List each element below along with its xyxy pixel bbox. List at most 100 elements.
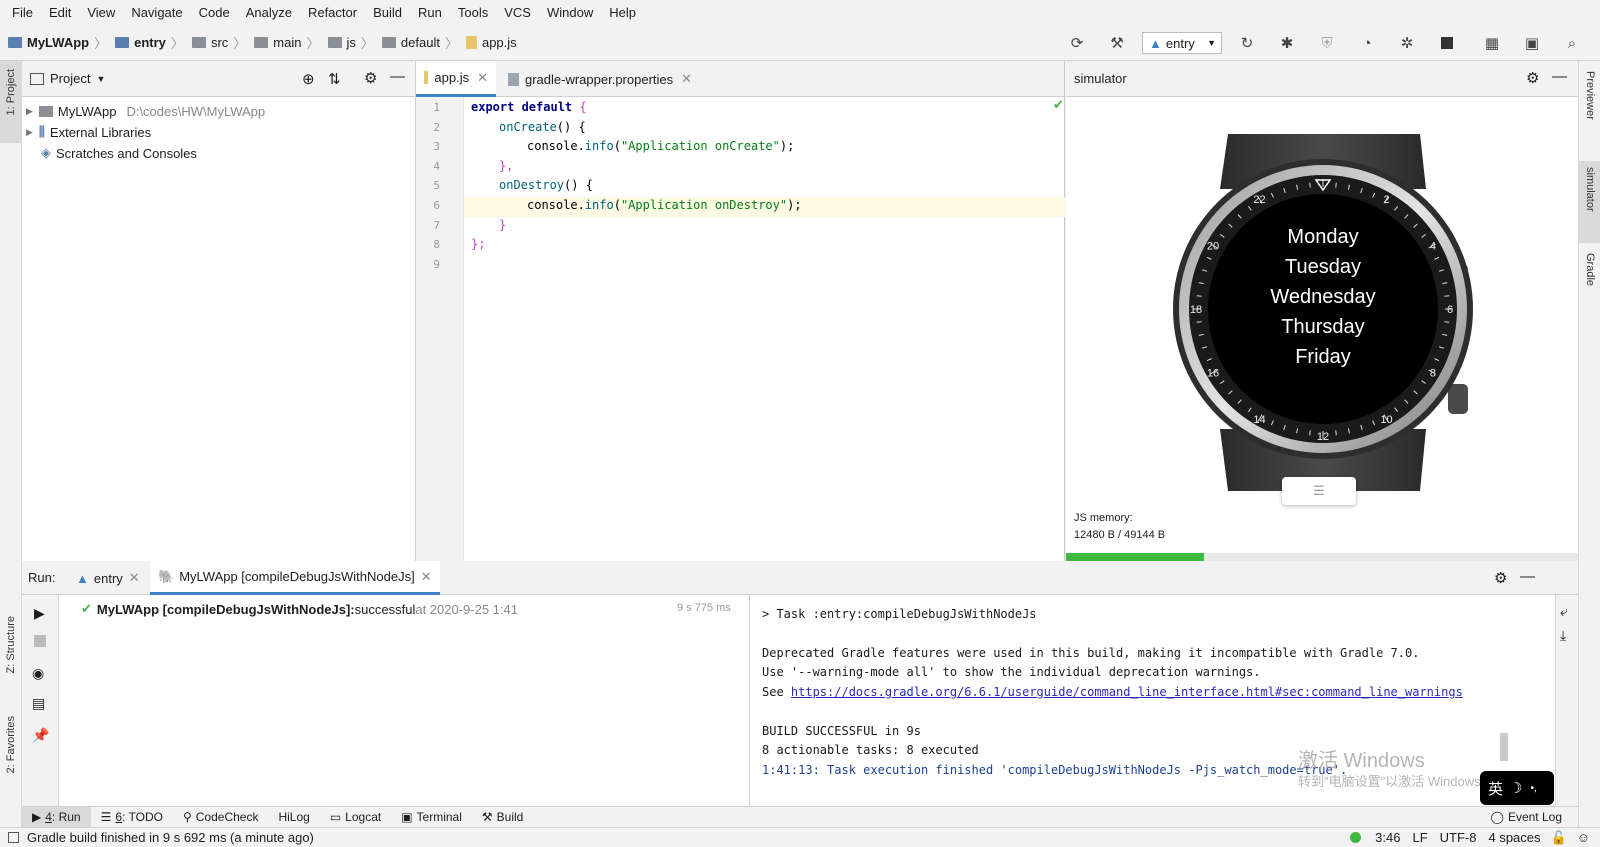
eye-icon[interactable]: ◉ — [32, 665, 44, 682]
hide-icon[interactable]: — — [1552, 68, 1567, 85]
stop-icon[interactable] — [1432, 25, 1462, 61]
menu-build[interactable]: Build — [365, 5, 410, 20]
play-icon: ▶ — [32, 810, 42, 824]
watch-bezel-number: 20 — [1207, 241, 1219, 253]
hide-icon[interactable]: — — [390, 68, 405, 85]
menu-view[interactable]: View — [79, 5, 123, 20]
pin-icon[interactable]: 📌 — [32, 727, 49, 744]
smartwatch-preview[interactable]: 2 4 6 8 10 12 14 16 18 20 22 Monday Tuesday Wednes… — [1158, 119, 1488, 509]
line-separator[interactable]: LF — [1412, 830, 1427, 845]
breadcrumb-entry[interactable]: entry 〉 — [107, 33, 184, 52]
caret-position[interactable]: 3:46 — [1375, 830, 1400, 845]
scroll-to-end-icon[interactable]: ⤓ — [1560, 627, 1566, 644]
status-message[interactable]: Gradle build finished in 9 s 692 ms (a m… — [27, 830, 314, 845]
tool-tab-todo[interactable]: ☰ 6: TODO — [91, 807, 173, 828]
tab-gradle-wrapper-properties[interactable]: gradle-wrapper.properties ✕ — [500, 61, 706, 97]
js-memory-value: 12480 B / 49144 B — [1074, 529, 1166, 541]
code-text: () { — [556, 120, 586, 134]
breadcrumb-js[interactable]: js 〉 — [320, 33, 374, 52]
indent-setting[interactable]: 4 spaces — [1488, 830, 1540, 845]
locate-icon[interactable]: ⊕ — [302, 70, 315, 88]
simulator-stripe-button[interactable]: simulator — [1579, 161, 1600, 243]
gradle-stripe-button[interactable]: Gradle — [1584, 253, 1596, 286]
tree-item-external-libraries[interactable]: ▶ ⫼ External Libraries — [22, 122, 151, 142]
inspector-icon[interactable]: ☺ — [1577, 830, 1590, 845]
project-structure-icon[interactable]: ▦ — [1477, 25, 1507, 61]
debug-icon[interactable]: ✱ — [1272, 25, 1302, 61]
device-manager-icon[interactable]: ▣ — [1517, 25, 1547, 61]
lock-icon[interactable]: 🔓 — [1551, 830, 1567, 846]
tool-tab-logcat[interactable]: ▭ Logcat — [320, 807, 391, 828]
menu-refactor[interactable]: Refactor — [300, 5, 365, 20]
previewer-stripe-button[interactable]: Previewer — [1584, 71, 1596, 120]
project-stripe-button[interactable]: 1: Project — [0, 61, 22, 143]
menu-code[interactable]: Code — [191, 5, 238, 20]
collapse-all-icon[interactable]: ⇅ — [328, 70, 341, 88]
tool-tab-codecheck[interactable]: ⚲ CodeCheck — [173, 807, 269, 828]
chevron-down-icon[interactable]: ▼ — [96, 74, 105, 84]
structure-stripe-button[interactable]: Z: Structure — [5, 616, 17, 673]
tool-tab-event-log[interactable]: ◯ Event Log — [1481, 807, 1572, 828]
tool-tab-hilog[interactable]: HiLog — [268, 807, 319, 828]
ime-indicator[interactable]: 英 ☽ •, — [1480, 771, 1554, 805]
menu-help[interactable]: Help — [601, 5, 644, 20]
play-icon[interactable]: ▶ — [34, 605, 45, 622]
code-line: }; — [471, 237, 486, 251]
hide-icon[interactable]: — — [1520, 568, 1535, 585]
tool-tab-terminal[interactable]: ▣ Terminal — [391, 807, 472, 828]
console-link[interactable]: https://docs.gradle.org/6.6.1/userguide/… — [791, 685, 1463, 699]
layout-icon[interactable]: ▤ — [32, 695, 45, 712]
breadcrumb-default[interactable]: default 〉 — [374, 33, 458, 52]
gear-icon[interactable]: ⚙ — [364, 69, 377, 87]
code-area[interactable]: export default { onCreate() { console.in… — [416, 97, 1065, 297]
tool-tab-build[interactable]: ⚒ Build — [472, 807, 533, 828]
menu-analyze[interactable]: Analyze — [238, 5, 300, 20]
close-icon[interactable]: ✕ — [681, 71, 692, 87]
close-icon[interactable]: ✕ — [421, 569, 432, 585]
tab-app-js[interactable]: app.js ✕ — [416, 61, 496, 97]
close-icon[interactable]: ✕ — [477, 70, 488, 86]
menu-tools[interactable]: Tools — [450, 5, 496, 20]
favorites-stripe-button[interactable]: 2: Favorites — [5, 716, 17, 773]
run-tab-entry[interactable]: ▲ entry ✕ — [70, 561, 146, 595]
tool-tab-run[interactable]: ▶ 4: Run — [22, 806, 91, 828]
sync-icon[interactable]: ⟳ — [1062, 25, 1092, 61]
run-tab-compile[interactable]: 🐘 MyLWApp [compileDebugJsWithNodeJs] ✕ — [150, 561, 440, 595]
chevron-right-icon[interactable]: ▶ — [26, 127, 33, 138]
console-scrollbar[interactable] — [1500, 733, 1508, 761]
hammer-icon[interactable]: ⚒ — [1102, 25, 1132, 61]
project-view-selector[interactable]: Project — [50, 71, 90, 86]
tree-item-scratches[interactable]: ◈ Scratches and Consoles — [41, 143, 197, 163]
search-icon[interactable]: ⌕ — [1557, 25, 1587, 61]
breadcrumb-file[interactable]: app.js — [458, 35, 517, 50]
breadcrumb-project[interactable]: MyLWApp 〉 — [0, 33, 107, 52]
menu-file[interactable]: File — [4, 5, 41, 20]
gear-icon[interactable]: ⚙ — [1526, 69, 1539, 87]
chevron-right-icon[interactable]: ▶ — [26, 106, 33, 117]
menu-run[interactable]: Run — [410, 5, 450, 20]
build-task-name: MyLWApp [compileDebugJsWithNodeJs]: — [96, 601, 355, 617]
menu-edit[interactable]: Edit — [41, 5, 79, 20]
build-tree-row[interactable]: ✔ MyLWApp [compileDebugJsWithNodeJs]: su… — [81, 601, 518, 617]
code-text: console. — [527, 198, 585, 212]
rerun-icon[interactable]: ↻ — [1232, 25, 1262, 61]
console-text: See — [762, 685, 791, 699]
soft-wrap-icon[interactable]: ⤶ — [1560, 603, 1568, 620]
breadcrumb-main[interactable]: main 〉 — [246, 33, 320, 52]
file-encoding[interactable]: UTF-8 — [1440, 830, 1477, 845]
watch-bezel-number: 22 — [1253, 194, 1265, 206]
simulator-menu-button[interactable]: ☰ — [1282, 477, 1356, 505]
gear-icon[interactable]: ⚙ — [1494, 569, 1507, 587]
close-icon[interactable]: ✕ — [129, 570, 140, 586]
profiler-icon[interactable]: ◔ — [1352, 25, 1382, 61]
stop-icon[interactable] — [34, 635, 46, 647]
menu-window[interactable]: Window — [539, 5, 601, 20]
attach-debugger-icon[interactable]: ⛨ — [1312, 25, 1342, 61]
breadcrumb-src[interactable]: src 〉 — [184, 33, 246, 52]
menu-vcs[interactable]: VCS — [496, 5, 539, 20]
tool-windows-toggle-icon[interactable] — [8, 832, 19, 843]
menu-navigate[interactable]: Navigate — [123, 5, 190, 20]
debug-attach-icon[interactable]: ✲ — [1392, 25, 1422, 61]
tree-item-project[interactable]: ▶ MyLWApp D:\codes\HW\MyLWApp — [22, 101, 265, 121]
run-config-dropdown[interactable]: ▲ entry ▼ — [1142, 32, 1222, 54]
